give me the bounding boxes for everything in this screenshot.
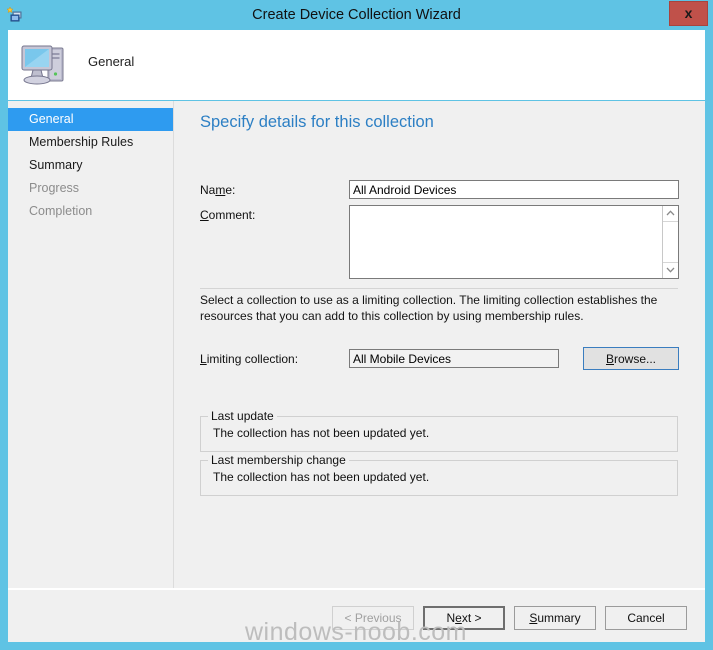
browse-button[interactable]: Browse... [583,347,679,370]
last-membership-change-value: The collection has not been updated yet. [213,470,430,484]
wizard-step-nav: General Membership Rules Summary Progres… [8,101,173,642]
scrollbar-track[interactable] [663,221,678,263]
limiting-collection-input[interactable] [349,349,559,368]
comment-input[interactable] [350,206,662,278]
wizard-footer: < Previous Next > Summary Cancel [8,590,705,642]
previous-button: < Previous [332,606,414,630]
wizard-body: General Membership Rules Summary Progres… [8,101,705,642]
cancel-button[interactable]: Cancel [605,606,687,630]
summary-button[interactable]: Summary [514,606,596,630]
last-membership-change-group-title: Last membership change [208,453,349,467]
sidebar-item-general[interactable]: General [8,108,173,131]
sidebar-item-summary[interactable]: Summary [8,154,173,177]
sidebar-item-completion: Completion [29,204,93,218]
sidebar-item-progress: Progress [29,181,80,195]
limiting-collection-label: Limiting collection: [200,352,299,366]
comment-label: Comment: [200,208,256,222]
close-button[interactable]: x [669,1,708,26]
last-membership-change-group: Last membership change The collection ha… [200,453,678,496]
window-title: Create Device Collection Wizard [252,7,461,23]
computer-icon [18,38,72,92]
section-divider [200,288,678,289]
name-input[interactable] [349,180,679,199]
title-bar: Create Device Collection Wizard x [0,0,713,30]
name-label: Name: [200,183,236,197]
create-device-collection-wizard-window: Create Device Collection Wizard x Genera… [0,0,713,650]
scroll-down-icon[interactable] [663,263,678,278]
comment-field-wrapper [349,205,679,279]
limiting-collection-help-text: Select a collection to use as a limiting… [200,293,658,323]
comment-scrollbar[interactable] [662,206,678,278]
last-update-group-title: Last update [208,409,277,423]
header-step-label: General [88,54,135,69]
sidebar-item-membership-rules[interactable]: Membership Rules [8,131,173,154]
next-button[interactable]: Next > [423,606,505,630]
last-update-value: The collection has not been updated yet. [213,426,430,440]
last-update-group: Last update The collection has not been … [200,409,678,452]
scroll-up-icon[interactable] [663,206,678,221]
page-title: Specify details for this collection [200,113,434,131]
wizard-content-panel: Specify details for this collection Name… [173,101,705,642]
wizard-header: General [8,30,705,100]
